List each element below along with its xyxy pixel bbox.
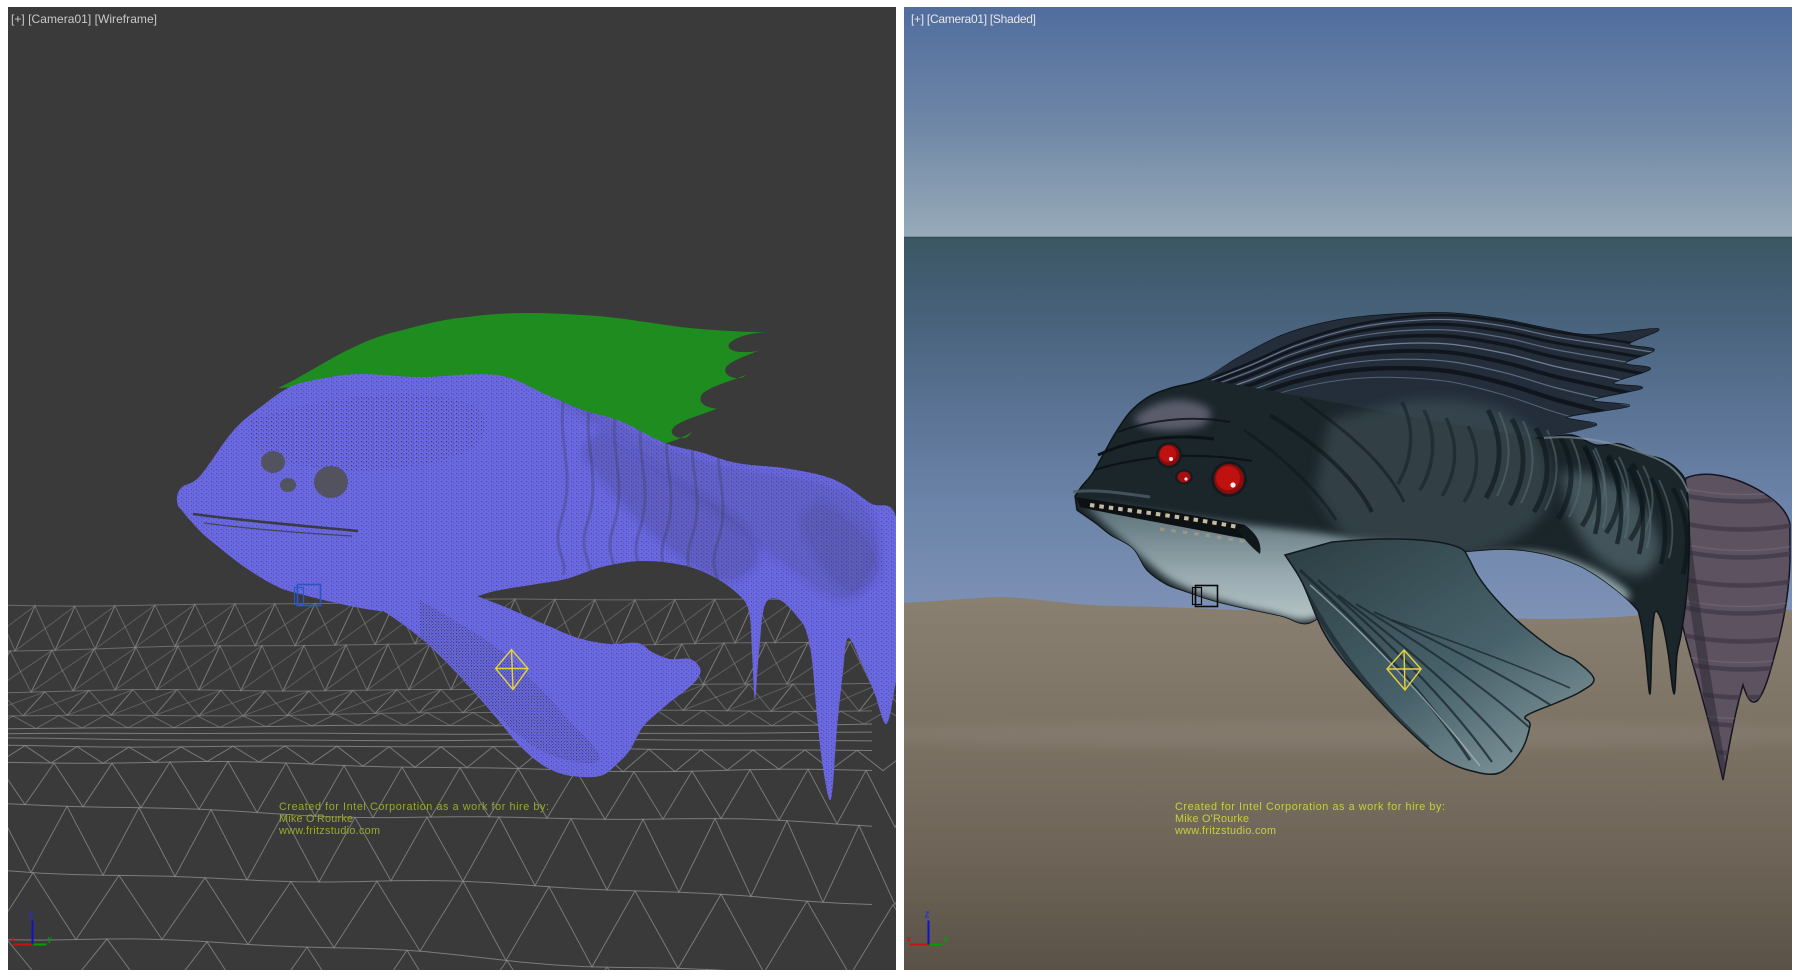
svg-text:Z: Z [29,911,34,920]
svg-text:www.fritzstudio.com: www.fritzstudio.com [1174,825,1276,837]
svg-text:Mike O'Rourke: Mike O'Rourke [279,813,353,825]
svg-text:y: y [48,935,53,944]
svg-text:[+] [Camera01] [Shaded]: [+] [Camera01] [Shaded] [911,12,1036,26]
svg-text:x: x [11,935,16,944]
svg-text:y: y [944,935,949,944]
svg-text:x: x [907,935,912,944]
svg-text:Z: Z [925,911,930,920]
svg-text:Created for Intel Corporation: Created for Intel Corporation as a work … [279,801,549,813]
svg-text:Mike O'Rourke: Mike O'Rourke [1175,813,1249,825]
svg-text:Created for Intel Corporation: Created for Intel Corporation as a work … [1175,801,1445,813]
svg-text:www.fritzstudio.com: www.fritzstudio.com [278,825,380,837]
svg-text:[+] [Camera01] [Wireframe]: [+] [Camera01] [Wireframe] [11,12,157,26]
